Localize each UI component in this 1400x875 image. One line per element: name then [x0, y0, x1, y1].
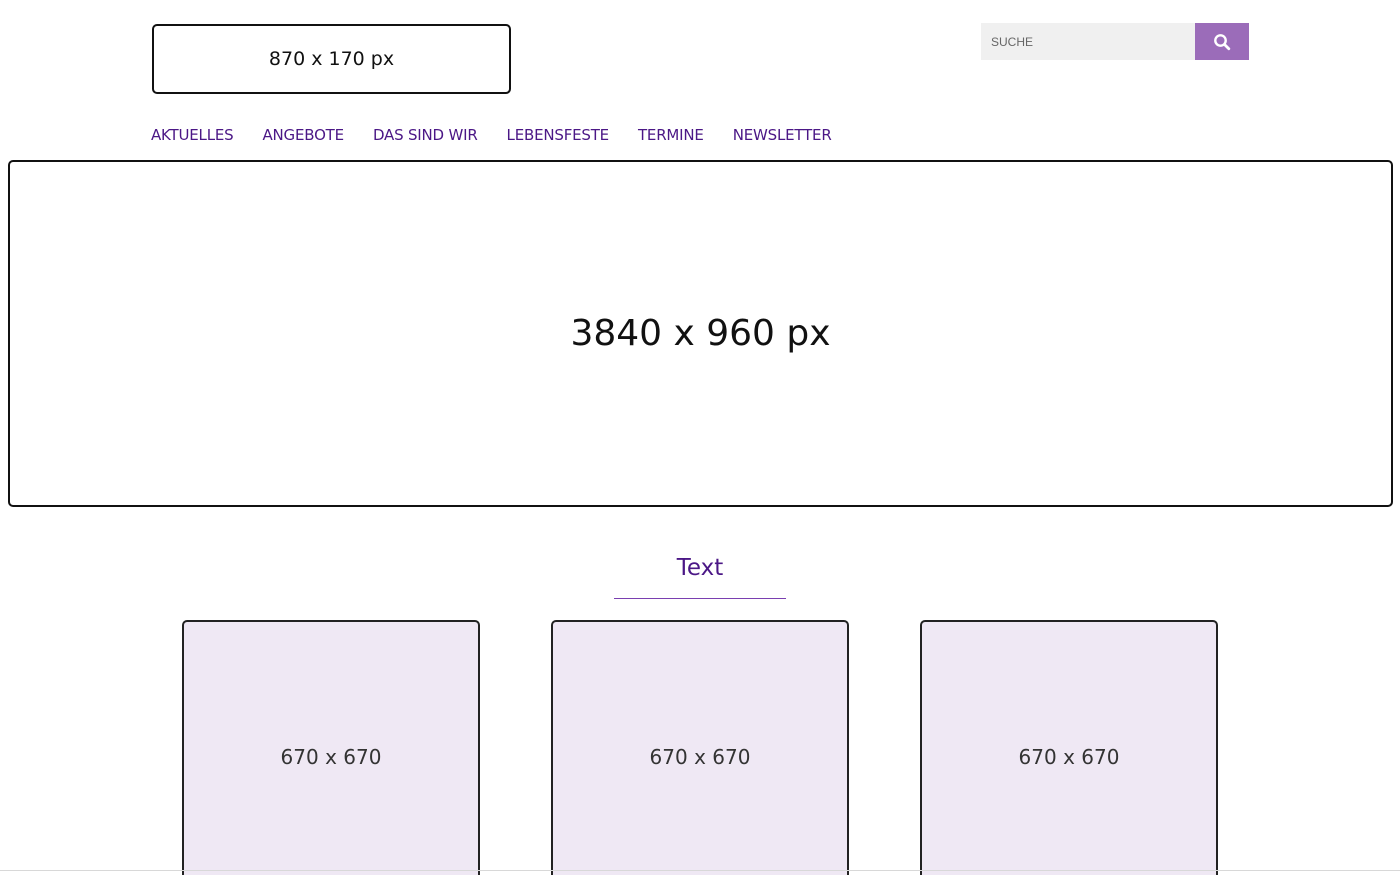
main-navigation: AKTUELLES ANGEBOTE DAS SIND WIR LEBENSFE…: [151, 126, 861, 144]
hero-image-placeholder[interactable]: 3840 x 960 px: [8, 160, 1393, 507]
nav-item-angebote[interactable]: ANGEBOTE: [262, 126, 344, 144]
logo-placeholder-label: 870 x 170 px: [268, 48, 395, 70]
viewport-divider: [0, 870, 1400, 871]
nav-item-das-sind-wir[interactable]: DAS SIND WIR: [373, 126, 478, 144]
search-input[interactable]: [981, 23, 1195, 60]
page: 870 x 170 px AKTUELLES ANGEBOTE DAS SIND…: [0, 0, 1400, 875]
section-title-underline: [614, 598, 786, 599]
search-icon: [1214, 33, 1231, 50]
search-form: [981, 23, 1249, 60]
logo-placeholder[interactable]: 870 x 170 px: [152, 24, 511, 94]
card-image-placeholder[interactable]: 670 x 670: [182, 620, 480, 875]
nav-item-newsletter[interactable]: NEWSLETTER: [733, 126, 832, 144]
hero-placeholder-label: 3840 x 960 px: [570, 313, 831, 354]
section-title: Text: [676, 555, 724, 581]
nav-item-lebensfeste[interactable]: LEBENSFESTE: [507, 126, 610, 144]
card-image-placeholder[interactable]: 670 x 670: [920, 620, 1218, 875]
search-button[interactable]: [1195, 23, 1249, 60]
nav-item-termine[interactable]: TERMINE: [638, 126, 704, 144]
nav-item-aktuelles[interactable]: AKTUELLES: [151, 126, 234, 144]
card-image-placeholder[interactable]: 670 x 670: [551, 620, 849, 875]
card-label: 670 x 670: [1018, 745, 1120, 769]
card-label: 670 x 670: [280, 745, 382, 769]
card-label: 670 x 670: [649, 745, 751, 769]
